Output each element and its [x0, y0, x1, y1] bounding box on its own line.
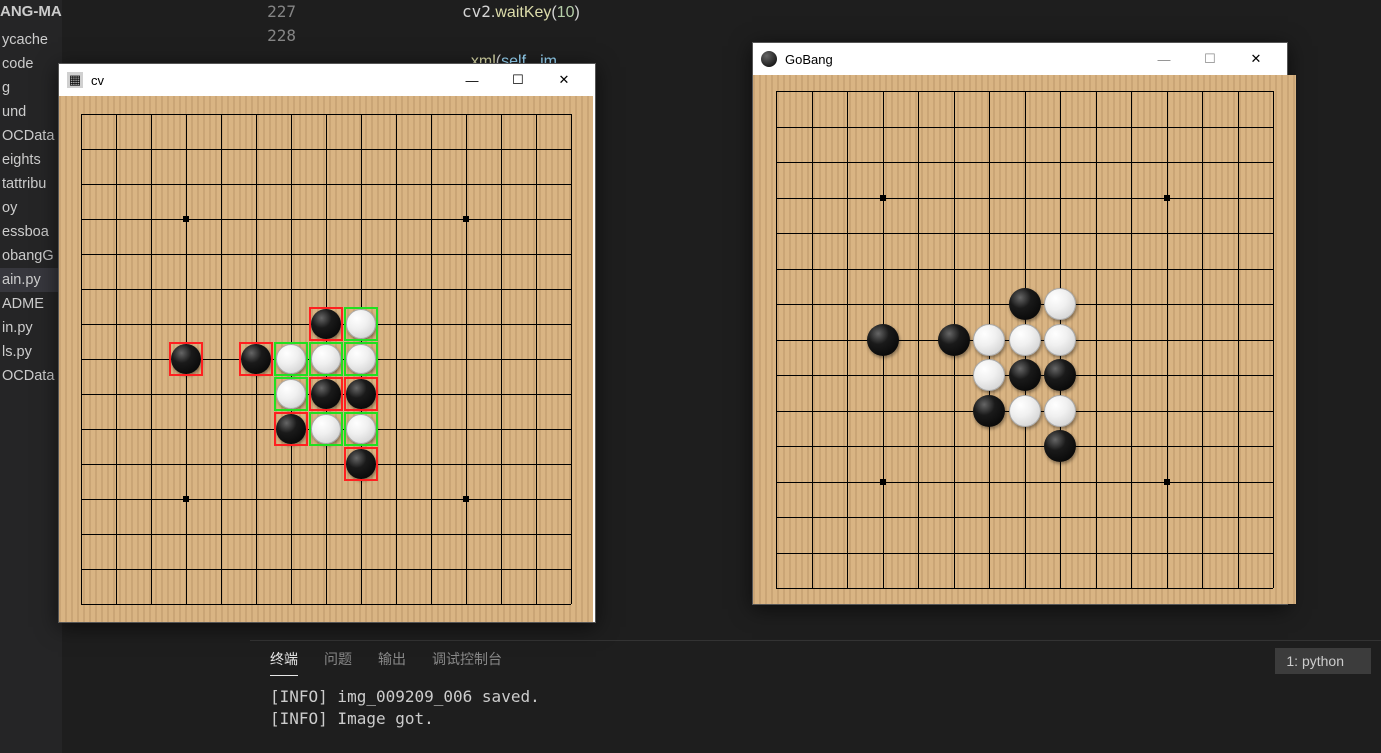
star-point: [183, 216, 189, 222]
detection-box: [239, 342, 273, 376]
terminal-tab[interactable]: 输出: [378, 649, 406, 676]
close-button[interactable]: ✕: [1233, 43, 1279, 75]
titlebar-gobang[interactable]: GoBang — ☐ ✕: [753, 43, 1287, 75]
white-stone[interactable]: [1044, 395, 1076, 427]
file-tree-item[interactable]: und: [0, 100, 62, 124]
black-stone[interactable]: [867, 324, 899, 356]
file-tree-item[interactable]: ADME: [0, 292, 62, 316]
go-board-gobang[interactable]: [753, 75, 1296, 604]
close-button[interactable]: ✕: [541, 64, 587, 96]
file-tree-item[interactable]: essboa: [0, 220, 62, 244]
minimize-button[interactable]: —: [449, 64, 495, 96]
black-stone[interactable]: [1044, 359, 1076, 391]
file-tree-item[interactable]: OCData: [0, 364, 62, 388]
black-stone[interactable]: [938, 324, 970, 356]
star-point: [880, 479, 886, 485]
star-point: [183, 496, 189, 502]
black-stone[interactable]: [1044, 430, 1076, 462]
detection-box: [274, 412, 308, 446]
star-point: [463, 496, 469, 502]
file-tree-item[interactable]: ls.py: [0, 340, 62, 364]
star-point: [1164, 195, 1170, 201]
star-point: [463, 216, 469, 222]
file-tree-item[interactable]: ycache: [0, 28, 62, 52]
terminal-tab[interactable]: 调试控制台: [432, 649, 502, 676]
detection-box: [309, 412, 343, 446]
detection-box: [344, 342, 378, 376]
terminal-panel: 终端问题输出调试控制台 1: python [INFO] img_009209_…: [250, 640, 1381, 753]
terminal-tabs: 终端问题输出调试控制台: [250, 641, 1381, 680]
terminal-tab[interactable]: 终端: [270, 649, 298, 676]
window-title: cv: [91, 73, 449, 88]
app-icon: [761, 51, 777, 67]
detection-box: [309, 307, 343, 341]
file-tree-item[interactable]: OCData: [0, 124, 62, 148]
white-stone[interactable]: [1044, 288, 1076, 320]
file-tree-item[interactable]: g: [0, 76, 62, 100]
file-tree-item[interactable]: obangG: [0, 244, 62, 268]
black-stone[interactable]: [1009, 359, 1041, 391]
white-stone[interactable]: [973, 324, 1005, 356]
detection-box: [309, 342, 343, 376]
window-cv[interactable]: ▦ cv — ☐ ✕: [58, 63, 596, 623]
white-stone[interactable]: [1044, 324, 1076, 356]
detection-box: [169, 342, 203, 376]
maximize-button[interactable]: ☐: [495, 64, 541, 96]
detection-box: [344, 412, 378, 446]
detection-box: [344, 307, 378, 341]
line-number-gutter: 227 228: [252, 0, 306, 48]
go-board-cv[interactable]: [59, 96, 593, 622]
detection-box: [274, 342, 308, 376]
file-tree-item[interactable]: oy: [0, 196, 62, 220]
black-stone[interactable]: [973, 395, 1005, 427]
minimize-button[interactable]: —: [1141, 43, 1187, 75]
titlebar-cv[interactable]: ▦ cv — ☐ ✕: [59, 64, 595, 96]
detection-box: [274, 377, 308, 411]
star-point: [880, 195, 886, 201]
window-title: GoBang: [785, 52, 1141, 67]
file-tree-item[interactable]: tattribu: [0, 172, 62, 196]
project-name: ANG-MASTER: [0, 0, 62, 28]
black-stone[interactable]: [1009, 288, 1041, 320]
detection-box: [344, 447, 378, 481]
terminal-shell-dropdown[interactable]: 1: python: [1275, 648, 1371, 674]
file-tree-item[interactable]: code: [0, 52, 62, 76]
app-icon: ▦: [67, 72, 83, 88]
terminal-output[interactable]: [INFO] img_009209_006 saved. [INFO] Imag…: [250, 680, 1381, 736]
file-explorer: ANG-MASTER ycachecodegundOCDataeightstat…: [0, 0, 62, 753]
file-tree-item[interactable]: in.py: [0, 316, 62, 340]
star-point: [1164, 479, 1170, 485]
window-gobang[interactable]: GoBang — ☐ ✕: [752, 42, 1288, 605]
file-tree-item[interactable]: eights: [0, 148, 62, 172]
file-tree-item[interactable]: ain.py: [0, 268, 62, 292]
maximize-button[interactable]: ☐: [1187, 43, 1233, 75]
white-stone[interactable]: [1009, 395, 1041, 427]
detection-box: [344, 377, 378, 411]
terminal-right-controls: 1: python: [1275, 641, 1371, 681]
detection-box: [309, 377, 343, 411]
terminal-tab[interactable]: 问题: [324, 649, 352, 676]
white-stone[interactable]: [1009, 324, 1041, 356]
white-stone[interactable]: [973, 359, 1005, 391]
